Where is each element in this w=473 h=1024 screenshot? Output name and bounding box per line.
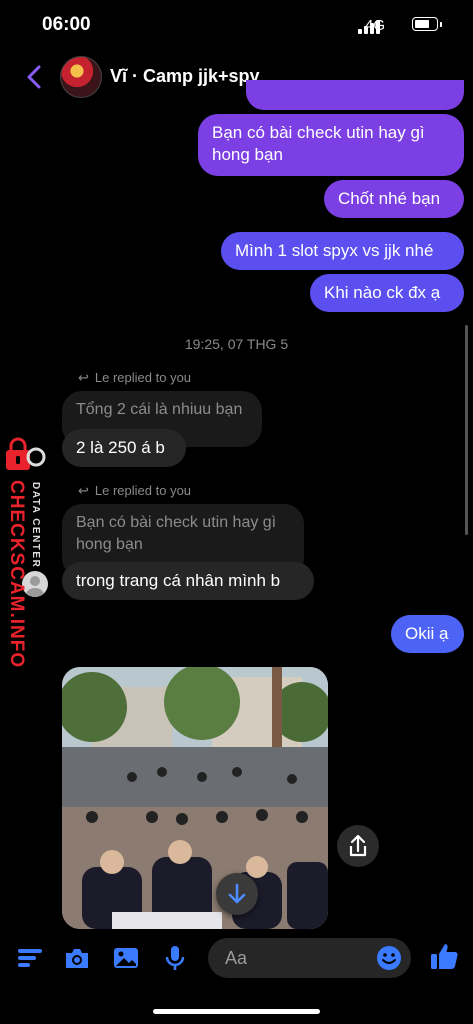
scrollbar[interactable] bbox=[465, 325, 468, 535]
message-outgoing[interactable]: Okii ạ bbox=[391, 615, 464, 653]
message-text: Chốt nhé bạn bbox=[338, 189, 441, 208]
photo-message[interactable] bbox=[62, 667, 328, 929]
message-text: trong trang cá nhân mình b bbox=[76, 571, 281, 590]
input-placeholder: Aa bbox=[225, 948, 248, 968]
home-indicator bbox=[153, 1009, 320, 1014]
clock: 06:00 bbox=[42, 14, 91, 35]
image-icon[interactable] bbox=[111, 943, 141, 973]
message-text: 2 là 250 á b bbox=[76, 438, 165, 457]
arrow-down-icon bbox=[228, 883, 246, 904]
message-outgoing[interactable]: Chốt nhé bạn bbox=[324, 180, 464, 218]
avatar[interactable] bbox=[60, 56, 102, 98]
thumbs-up-icon[interactable] bbox=[428, 940, 460, 972]
message-bubble-cutoff bbox=[246, 80, 464, 110]
share-icon bbox=[349, 834, 367, 857]
message-text: Okii ạ bbox=[405, 624, 449, 643]
chevron-left-icon[interactable] bbox=[20, 62, 50, 92]
quoted-text: Tổng 2 cái là nhiuu bạn bbox=[76, 401, 243, 418]
page-title[interactable]: Vĩ · Camp jjk+spy bbox=[110, 66, 260, 87]
watermark-sub: DATA CENTER bbox=[30, 482, 41, 569]
reply-icon: ↩ bbox=[78, 370, 89, 385]
menu-icon[interactable] bbox=[15, 943, 45, 973]
message-text: Bạn có bài check utin hay gì hong bạn bbox=[212, 123, 425, 164]
quoted-text: Bạn có bài check utin hay gì hong bạn bbox=[76, 514, 277, 553]
battery-icon bbox=[412, 17, 442, 31]
reply-indicator: ↩ Le replied to you bbox=[78, 370, 192, 385]
message-outgoing[interactable]: Mình 1 slot spyx vs jjk nhé bbox=[221, 232, 464, 270]
microphone-icon[interactable] bbox=[160, 943, 190, 973]
message-incoming[interactable]: trong trang cá nhân mình b bbox=[62, 562, 314, 600]
status-bar: 06:00 4G bbox=[0, 0, 473, 52]
message-incoming[interactable]: 2 là 250 á b bbox=[62, 429, 186, 467]
network-type: 4G bbox=[364, 17, 385, 34]
reply-icon: ↩ bbox=[78, 483, 89, 498]
message-outgoing[interactable]: Khi nào ck đx ạ bbox=[310, 274, 464, 312]
message-timestamp: 19:25, 07 THG 5 bbox=[184, 336, 289, 352]
composer-bar: Aa bbox=[0, 935, 473, 985]
message-input[interactable]: Aa bbox=[208, 938, 411, 978]
scroll-to-bottom-button[interactable] bbox=[216, 873, 258, 915]
lock-ring-icon bbox=[26, 447, 46, 467]
camera-icon[interactable] bbox=[62, 943, 92, 973]
message-text: Mình 1 slot spyx vs jjk nhé bbox=[235, 241, 434, 260]
watermark: CHECKSCAM.INFO DATA CENTER bbox=[0, 437, 52, 669]
reply-indicator: ↩ Le replied to you bbox=[78, 483, 192, 498]
watermark-brand: CHECKSCAM.INFO bbox=[6, 480, 27, 669]
message-text: Khi nào ck đx ạ bbox=[324, 283, 441, 302]
share-button[interactable] bbox=[337, 825, 379, 867]
message-outgoing[interactable]: Bạn có bài check utin hay gì hong bạn bbox=[198, 114, 464, 176]
emoji-icon[interactable] bbox=[375, 944, 403, 972]
